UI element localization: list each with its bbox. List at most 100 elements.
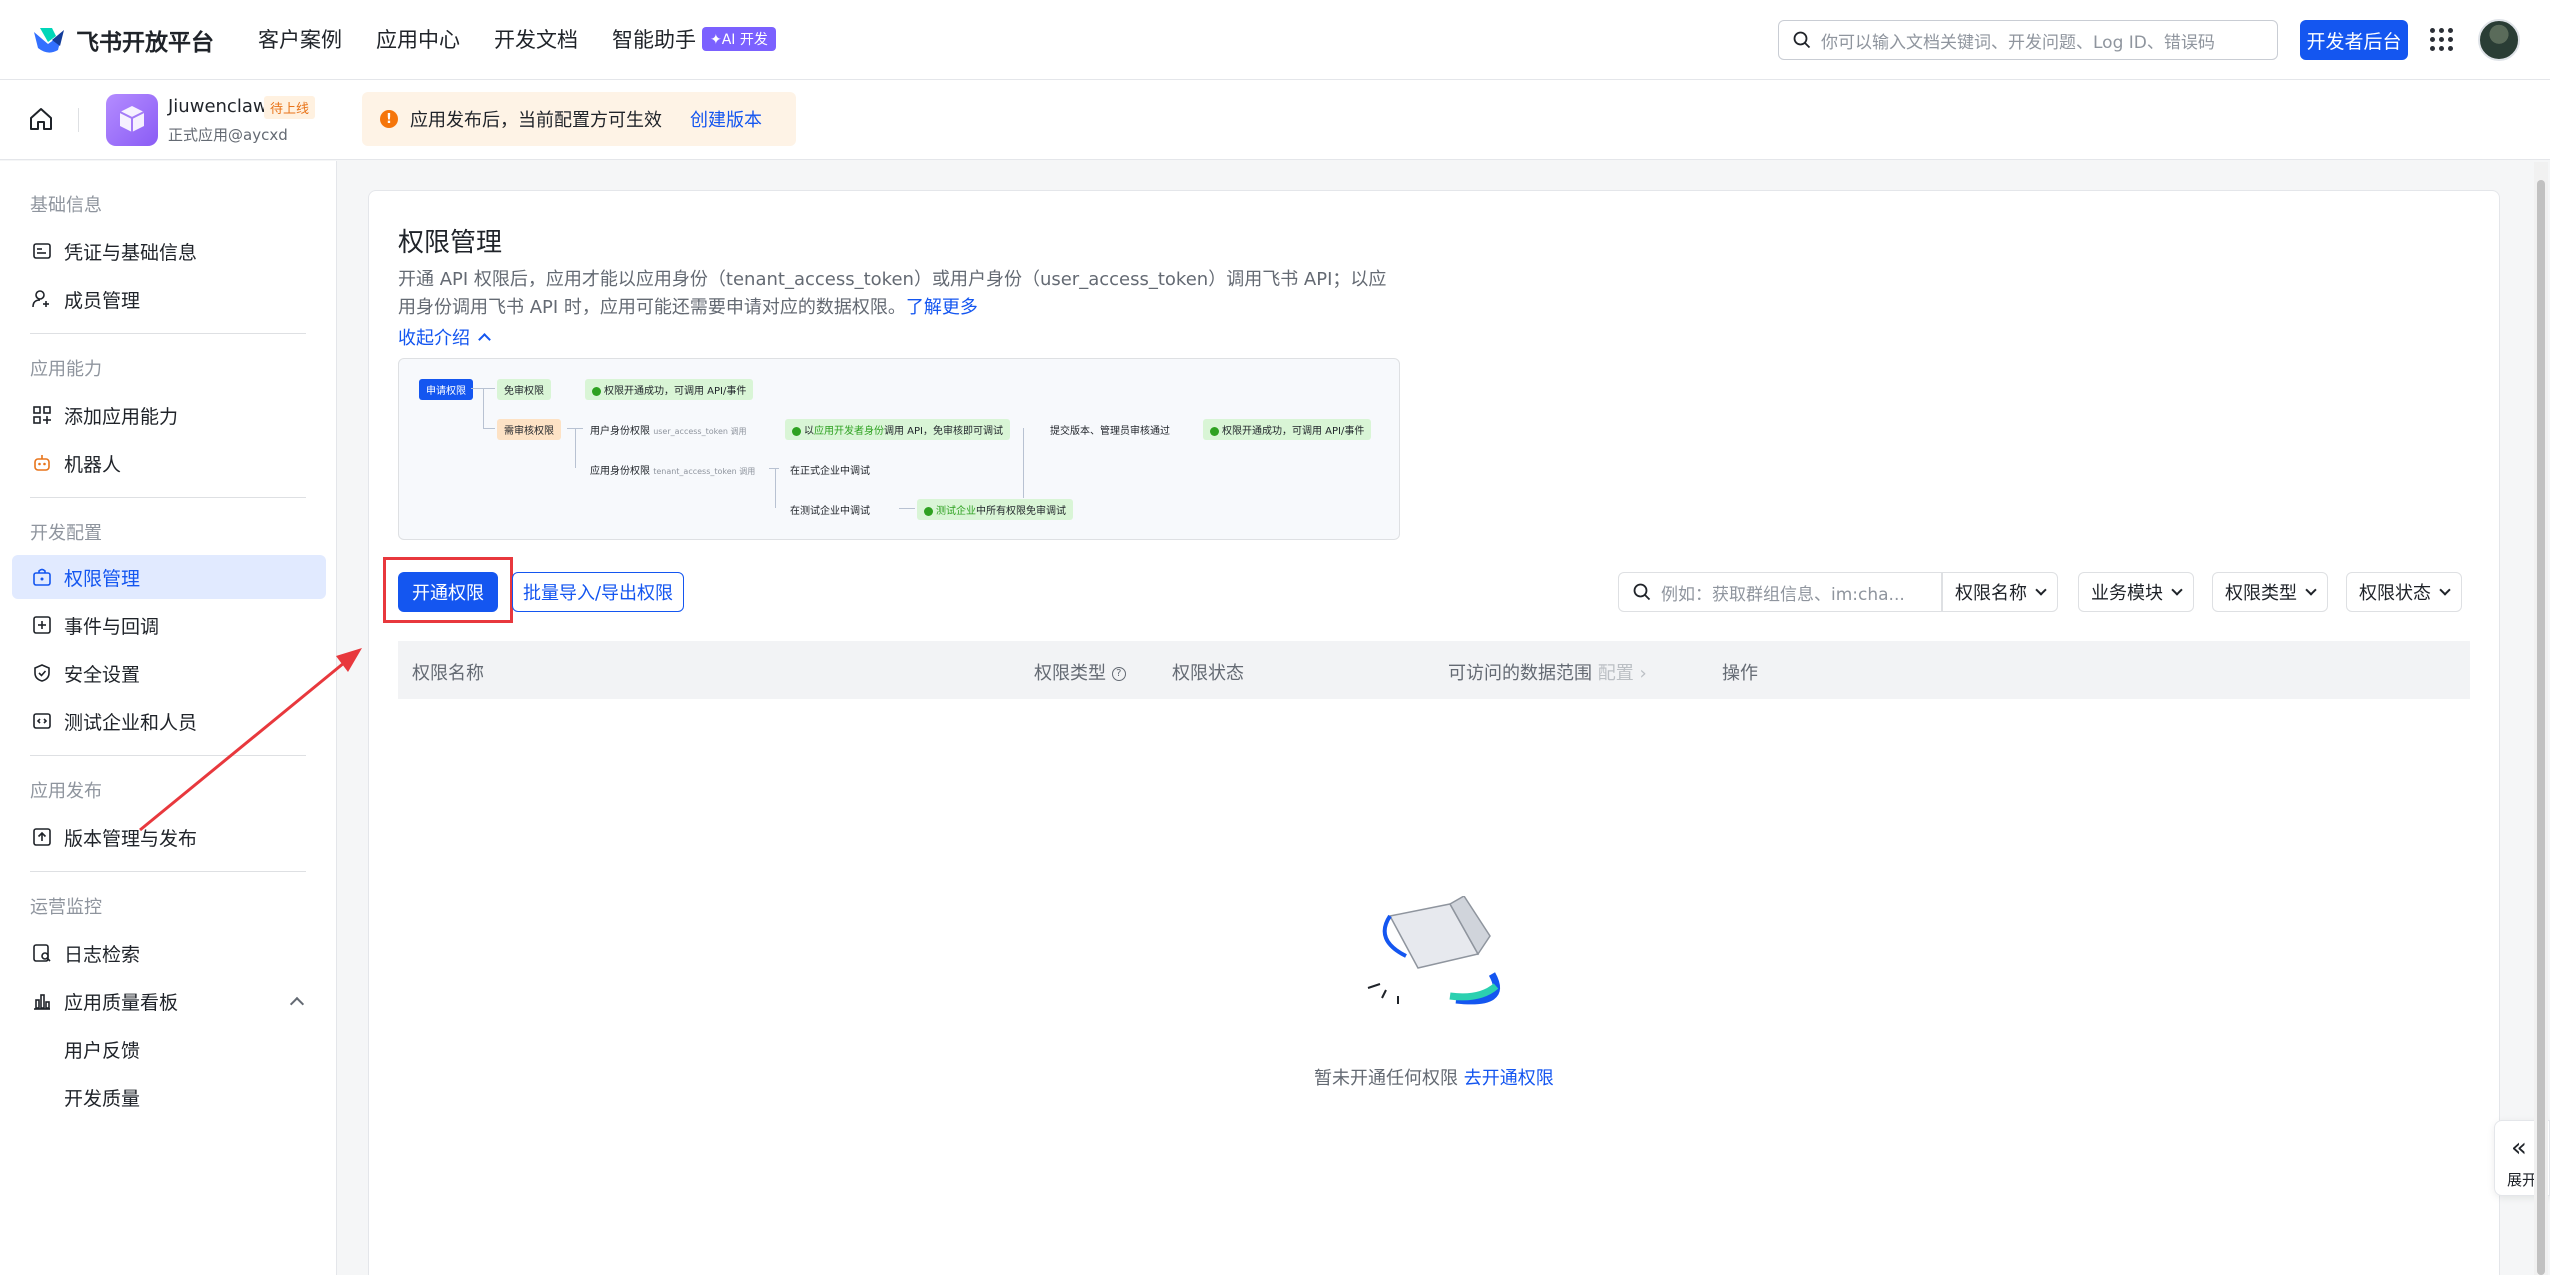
sidebar-item-versions[interactable]: 版本管理与发布 (12, 815, 326, 859)
top-nav: 飞书开放平台 客户案例 应用中心 开发文档 智能助手 ✦AI 开发 你可以输入文… (0, 0, 2550, 80)
flow-line (575, 428, 576, 468)
flow-test-all-suffix: 中所有权限免审调试 (976, 506, 1066, 517)
sidebar-item-add-capability[interactable]: 添加应用能力 (12, 393, 326, 437)
flow-line (483, 388, 484, 428)
check-circle-icon (924, 506, 933, 516)
sidebar-item-permissions[interactable]: 权限管理 (12, 555, 326, 599)
feishu-logo-icon (34, 28, 64, 53)
lock-box-icon (33, 568, 51, 586)
sidebar-item-label: 版本管理与发布 (64, 827, 198, 850)
flow-dev-debug-prefix: 以 (804, 426, 814, 437)
configure-link[interactable]: 配置 (1598, 663, 1634, 684)
filter-permission-name[interactable]: 权限名称 (1942, 572, 2058, 612)
filter-label: 业务模块 (2091, 583, 2163, 604)
sidebar-item-test-tenant[interactable]: 测试企业和人员 (12, 699, 326, 743)
sidebar-item-events[interactable]: 事件与回调 (12, 603, 326, 647)
flow-line (769, 468, 779, 469)
sidebar-item-quality-board[interactable]: 应用质量看板 (12, 979, 326, 1023)
ai-badge: ✦AI 开发 (702, 27, 776, 51)
app-subtitle: 正式应用@aycxd (168, 126, 288, 144)
app-icon (106, 94, 158, 146)
section-title-basic: 基础信息 (30, 195, 102, 216)
app-name[interactable]: Jiuwenclaw (168, 96, 268, 117)
header-divider (78, 108, 79, 132)
filter-permission-type[interactable]: 权限类型 (2212, 572, 2328, 612)
empty-message: 暂未开通任何权限 (1314, 1068, 1458, 1089)
flow-dev-debug: 以应用开发者身份调用 API，免审核即可调试 (785, 419, 1010, 440)
flow-dev-debug-highlight: 应用开发者身份 (814, 426, 884, 437)
permission-search-input[interactable]: 例如：获取群组信息、im:cha... (1618, 572, 1942, 612)
chevron-up-icon[interactable] (289, 996, 305, 1012)
filter-label: 权限类型 (2225, 583, 2297, 604)
sidebar-item-security[interactable]: 安全设置 (12, 651, 326, 695)
nav-link-assistant[interactable]: 智能助手 ✦AI 开发 (612, 24, 776, 54)
upload-icon (33, 828, 51, 846)
home-icon[interactable] (28, 106, 54, 132)
double-chevron-left-icon: « (2511, 1133, 2527, 1163)
create-version-link[interactable]: 创建版本 (690, 106, 762, 132)
nav-links: 客户案例 应用中心 开发文档 智能助手 ✦AI 开发 (258, 24, 776, 54)
sidebar-item-bot[interactable]: 机器人 (12, 441, 326, 485)
filter-permission-status[interactable]: 权限状态 (2346, 572, 2462, 612)
flow-no-review: 免审权限 (497, 379, 551, 400)
chevron-right-icon: › (1633, 663, 1647, 684)
permission-flow-diagram: 申请权限 免审权限 权限开通成功，可调用 API/事件 需审核权限 用户身份权限… (398, 358, 1400, 540)
empty-box-illustration (1367, 896, 1500, 1005)
flow-test-all-highlight: 测试企业 (936, 506, 976, 517)
developer-console-button[interactable]: 开发者后台 (2300, 20, 2408, 60)
scrollbar-thumb[interactable] (2537, 180, 2545, 1275)
sidebar-item-label: 测试企业和人员 (64, 711, 198, 734)
flow-dev-debug-suffix: 调用 API，免审核即可调试 (884, 426, 1003, 437)
sidebar-item-label: 应用质量看板 (64, 991, 179, 1014)
search-icon (1633, 583, 1651, 601)
apps-add-icon (33, 406, 51, 424)
help-icon[interactable]: ? (1111, 667, 1126, 681)
flow-apply: 申请权限 (419, 379, 473, 400)
nav-link-cases[interactable]: 客户案例 (258, 24, 342, 54)
collapse-label: 收起介绍 (398, 328, 470, 349)
flow-line (483, 428, 495, 429)
filter-business-module[interactable]: 业务模块 (2078, 572, 2194, 612)
global-search-input[interactable]: 你可以输入文档关键词、开发问题、Log ID、错误码 (1778, 20, 2278, 60)
flow-line (899, 508, 915, 509)
logo[interactable]: 飞书开放平台 (30, 22, 214, 58)
flow-test-debug: 在测试企业中调试 (790, 506, 870, 517)
flow-formal-debug: 在正式企业中调试 (790, 466, 870, 477)
flow-submit: 提交版本、管理员审核通过 (1050, 426, 1170, 437)
flow-app-perm: 应用身份权限 tenant_access_token 调用 (583, 459, 762, 480)
bar-chart-icon (34, 994, 50, 1010)
column-permission-status: 权限状态 (1172, 663, 1244, 684)
collapse-intro-toggle[interactable]: 收起介绍 (398, 324, 491, 350)
check-circle-icon (1210, 426, 1219, 436)
description-text: 开通 API 权限后，应用才能以应用身份（tenant_access_token… (398, 269, 1387, 318)
section-title-monitoring: 运营监控 (30, 897, 102, 918)
sidebar-divider (30, 497, 306, 498)
sidebar-item-members[interactable]: 成员管理 (12, 277, 326, 321)
sidebar-item-logs[interactable]: 日志检索 (12, 931, 326, 975)
flow-need-review: 需审核权限 (497, 419, 561, 440)
sidebar-item-label: 成员管理 (64, 289, 141, 312)
sidebar-item-dev-quality[interactable]: 开发质量 (12, 1075, 326, 1119)
sidebar-divider (30, 755, 306, 756)
column-label: 权限类型 (1034, 663, 1106, 684)
sidebar-item-user-feedback[interactable]: 用户反馈 (12, 1027, 326, 1071)
chevron-down-icon (2305, 584, 2317, 596)
search-placeholder: 例如：获取群组信息、im:cha... (1661, 584, 1905, 605)
sidebar-divider (30, 871, 306, 872)
learn-more-link[interactable]: 了解更多 (906, 297, 978, 318)
log-search-icon (33, 944, 51, 962)
sidebar-item-credentials[interactable]: 凭证与基础信息 (12, 229, 326, 273)
column-actions: 操作 (1722, 663, 1758, 684)
user-avatar[interactable] (2478, 19, 2520, 61)
column-permission-type: 权限类型 ? (1034, 659, 1126, 685)
nav-link-docs[interactable]: 开发文档 (494, 24, 578, 54)
apps-grid-icon[interactable] (2430, 28, 2454, 52)
nav-link-app-center[interactable]: 应用中心 (376, 24, 460, 54)
column-label: 可访问的数据范围 (1448, 663, 1592, 684)
go-open-permission-link[interactable]: 去开通权限 (1464, 1068, 1554, 1089)
sidebar-item-label: 日志检索 (64, 943, 141, 966)
publish-notice: ! 应用发布后，当前配置方可生效 创建版本 (362, 92, 796, 146)
empty-state-text: 暂未开通任何权限 去开通权限 (1314, 1064, 1554, 1090)
flow-user-perm-label: 用户身份权限 (590, 426, 650, 437)
batch-import-export-button[interactable]: 批量导入/导出权限 (512, 572, 684, 612)
